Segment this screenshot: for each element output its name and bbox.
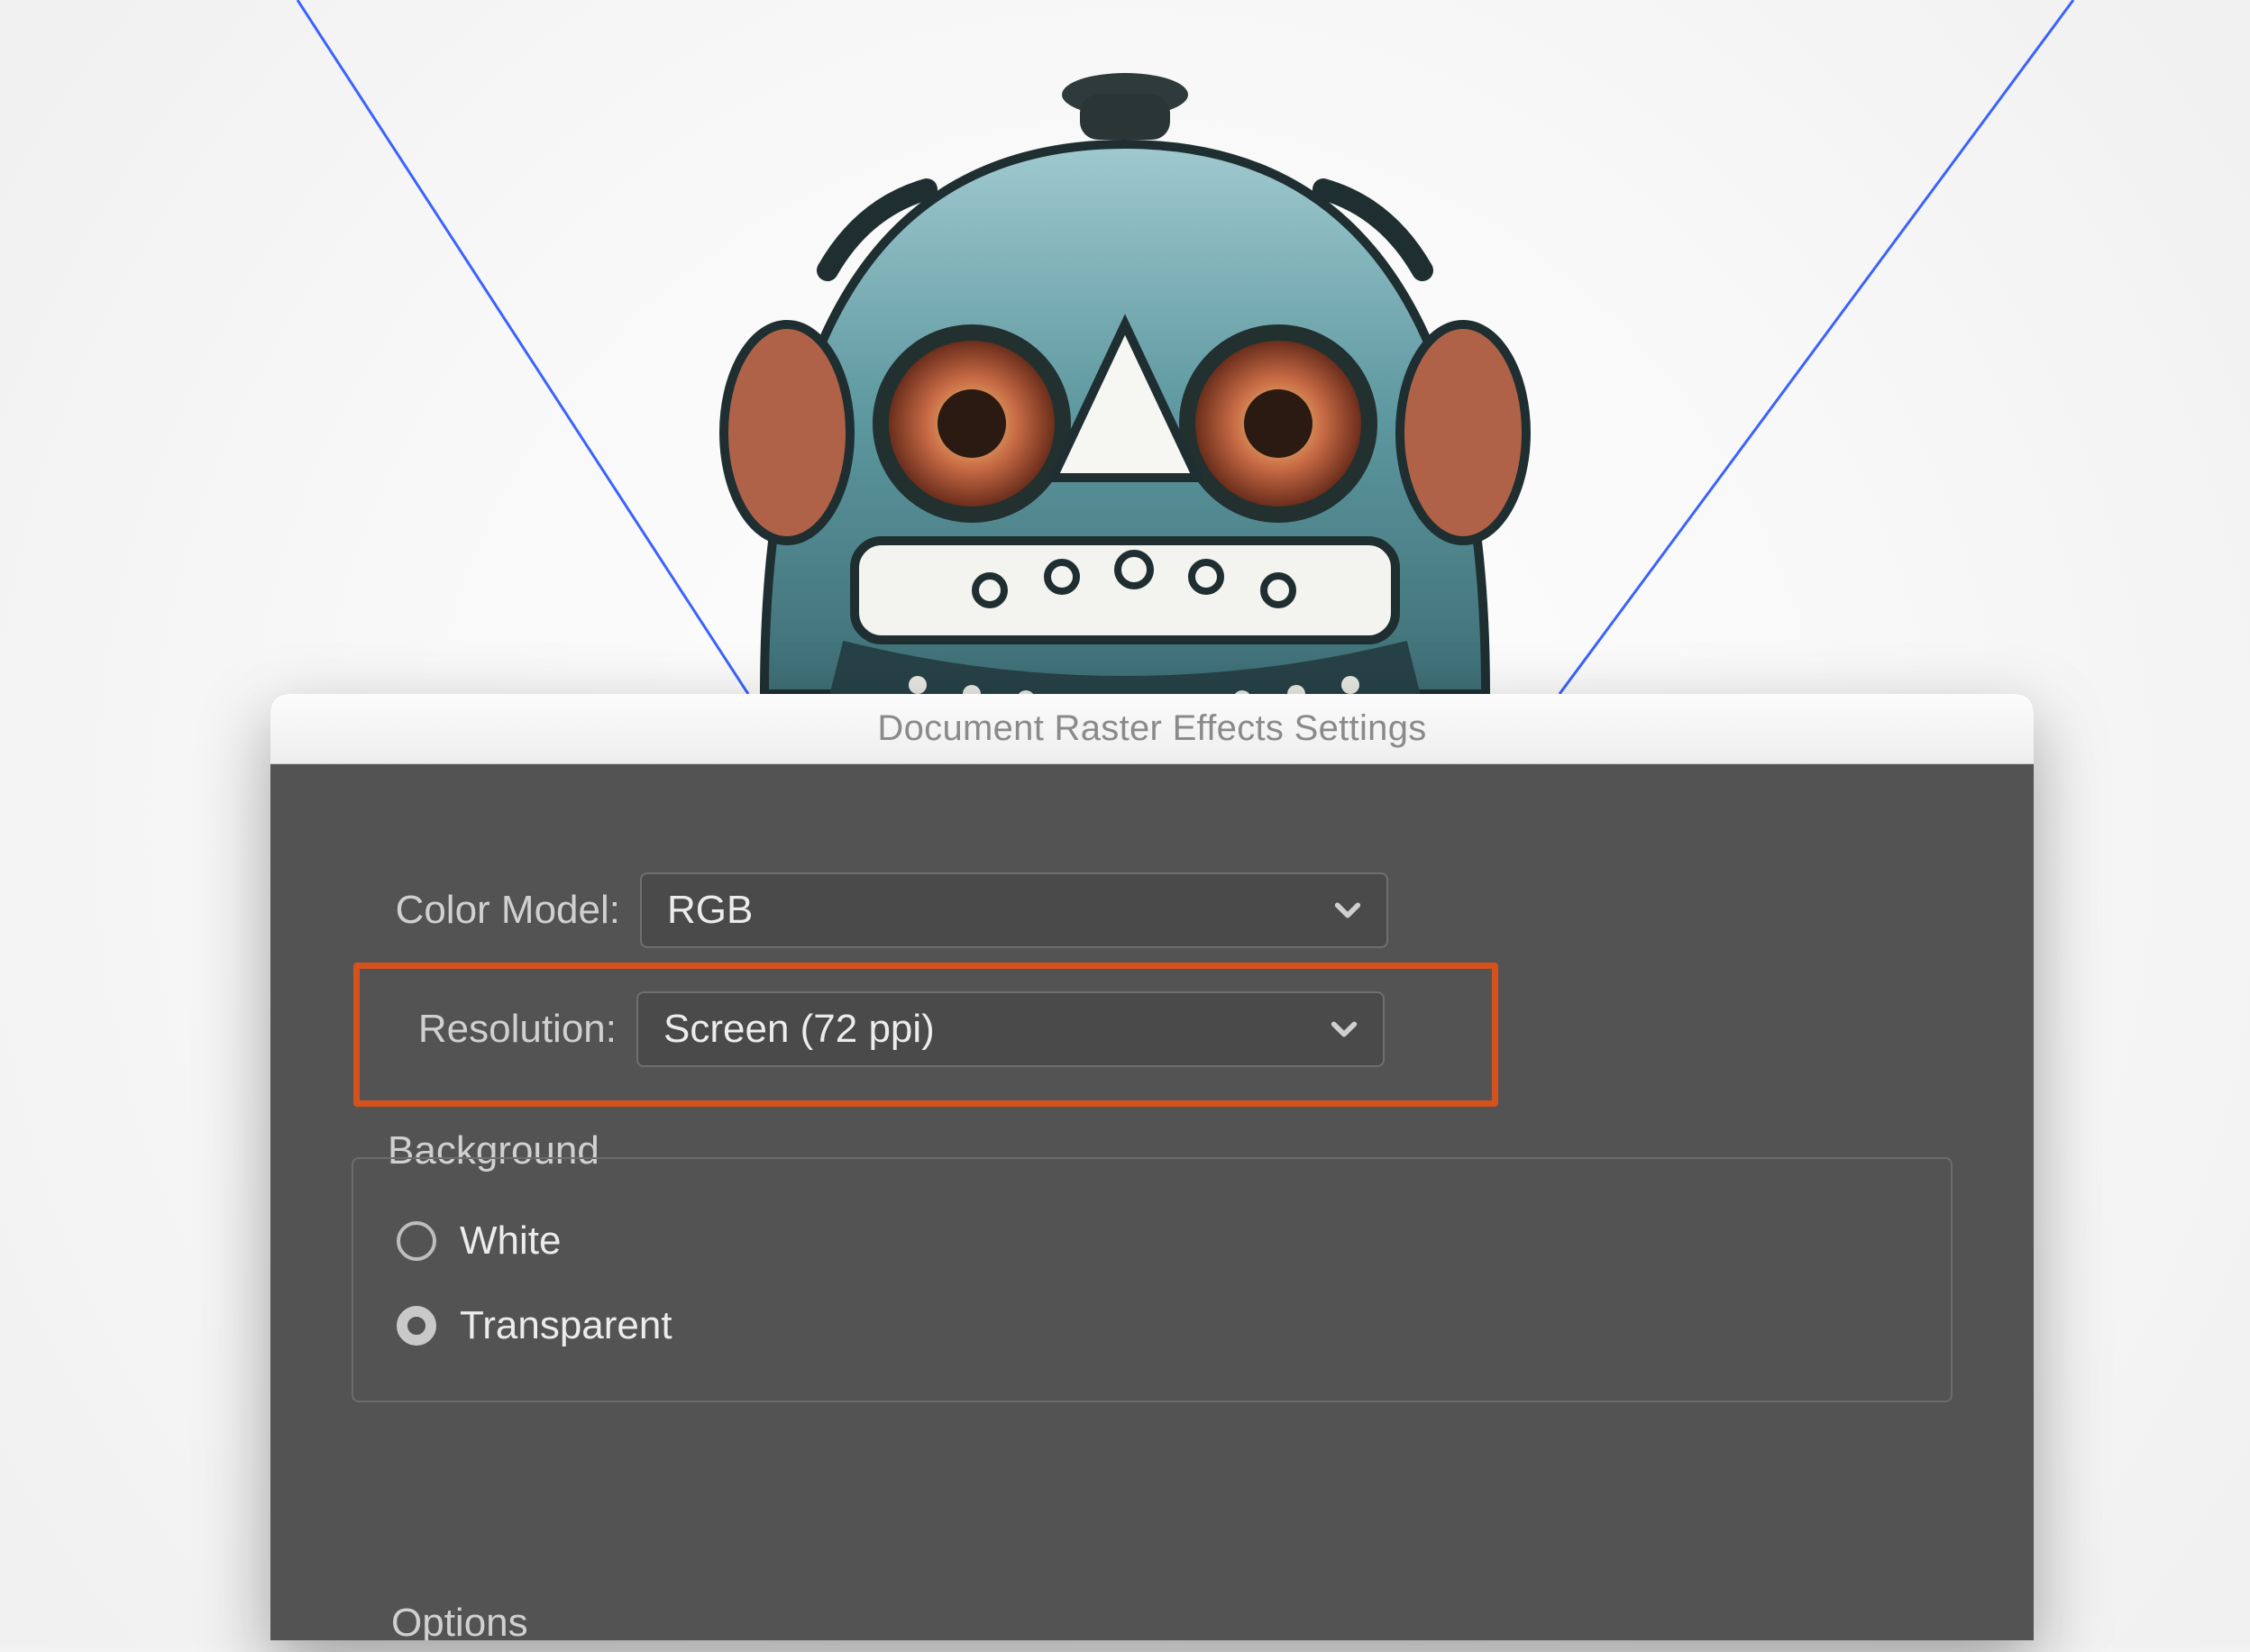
color-model-row: Color Model: RGB (352, 872, 1953, 948)
radio-checked-icon (397, 1306, 436, 1346)
background-option-transparent[interactable]: Transparent (397, 1303, 1907, 1348)
background-group: Background White Transparent (352, 1157, 1953, 1402)
dialog-titlebar[interactable]: Document Raster Effects Settings (270, 694, 2034, 764)
background-option-label: White (460, 1218, 561, 1264)
resolution-row: Resolution: Screen (72 ppi) (348, 973, 1953, 1085)
radio-icon (397, 1221, 436, 1261)
robot-image (629, 0, 1621, 721)
resolution-value: Screen (72 ppi) (663, 1007, 935, 1052)
background-option-label: Transparent (460, 1303, 672, 1348)
background-option-white[interactable]: White (397, 1218, 1907, 1264)
chevron-down-icon (1329, 1014, 1359, 1045)
resolution-label: Resolution: (348, 1007, 636, 1052)
options-group-legend: Options (377, 1601, 543, 1640)
raster-effects-dialog: Document Raster Effects Settings Color M… (270, 694, 2034, 1640)
chevron-down-icon (1332, 895, 1363, 926)
resolution-select[interactable]: Screen (72 ppi) (636, 991, 1385, 1067)
color-model-value: RGB (667, 888, 753, 933)
color-model-select[interactable]: RGB (640, 872, 1388, 948)
dialog-title: Document Raster Effects Settings (877, 708, 1426, 749)
color-model-label: Color Model: (352, 888, 640, 933)
